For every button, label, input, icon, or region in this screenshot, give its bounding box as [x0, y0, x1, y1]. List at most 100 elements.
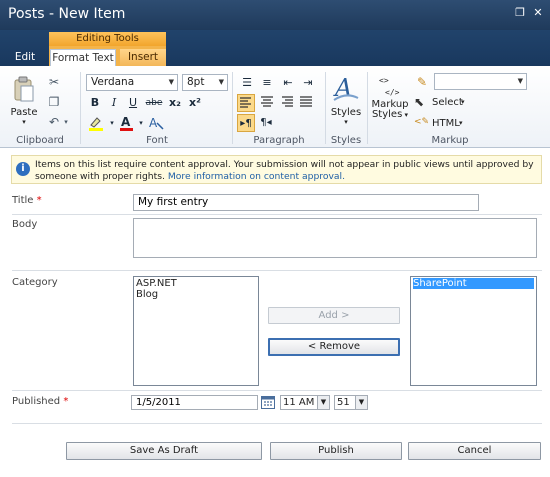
- calendar-icon[interactable]: [261, 395, 275, 409]
- category-label: Category: [12, 277, 58, 288]
- font-group-label: Font: [146, 135, 168, 146]
- align-left-button[interactable]: [237, 94, 255, 112]
- right-to-left-button[interactable]: ¶◂: [257, 114, 275, 132]
- paste-dropdown-arrow: ▾: [22, 118, 26, 126]
- chevron-down-icon: ▼: [355, 396, 367, 409]
- chevron-down-icon: ▾: [461, 98, 465, 106]
- markup-group-label: Markup: [431, 135, 469, 146]
- body-label: Body: [12, 219, 38, 230]
- styles-icon: A: [333, 74, 359, 102]
- copy-icon[interactable]: ❐: [46, 94, 62, 110]
- font-family-dropdown[interactable]: Verdana ▼: [86, 74, 178, 91]
- align-right-button[interactable]: [278, 94, 296, 112]
- html-edit-icon: <✎: [414, 117, 430, 127]
- paragraph-group-label: Paragraph: [253, 135, 305, 146]
- tab-insert[interactable]: Insert: [120, 49, 166, 66]
- chevron-down-icon: ▼: [218, 78, 224, 86]
- justify-button[interactable]: [297, 94, 315, 112]
- group-separator: [80, 72, 81, 144]
- chevron-down-icon: ▼: [517, 77, 523, 85]
- title-input[interactable]: My first entry: [133, 194, 479, 211]
- language-icon[interactable]: ✎: [414, 74, 430, 90]
- svg-text:<>: <>: [379, 76, 389, 85]
- numbering-icon[interactable]: ≡: [258, 74, 276, 92]
- list-item[interactable]: SharePoint: [413, 278, 534, 289]
- category-selected-list[interactable]: SharePoint: [410, 276, 537, 386]
- italic-button[interactable]: I: [105, 94, 123, 112]
- paste-label: Paste: [10, 107, 38, 118]
- chevron-down-icon: ▼: [317, 396, 329, 409]
- undo-dropdown-icon[interactable]: ▾: [62, 114, 70, 130]
- remove-category-button[interactable]: < Remove: [268, 338, 400, 356]
- cut-icon[interactable]: ✂: [46, 74, 62, 90]
- superscript-button[interactable]: x²: [186, 94, 204, 112]
- cursor-icon: ⬉: [414, 95, 425, 109]
- group-separator: [232, 72, 233, 144]
- published-hour-value: 11 AM: [283, 397, 315, 408]
- align-center-button[interactable]: [258, 94, 276, 112]
- message-text: Items on this list require content appro…: [35, 159, 534, 182]
- calendar-icon-graphic: [261, 396, 275, 409]
- bold-button[interactable]: B: [86, 94, 104, 112]
- chevron-down-icon[interactable]: ▾: [108, 114, 116, 132]
- html-button[interactable]: <✎ HTML ▾: [414, 116, 474, 132]
- clear-format-icon: A: [149, 116, 164, 130]
- group-separator: [367, 72, 368, 144]
- font-color-button[interactable]: A: [117, 114, 137, 132]
- styles-label: Styles: [330, 107, 362, 118]
- bullets-icon[interactable]: ☰: [238, 74, 256, 92]
- cancel-button[interactable]: Cancel: [408, 442, 541, 460]
- markup-style-dropdown[interactable]: ▼: [434, 73, 527, 90]
- chevron-down-icon[interactable]: ▾: [137, 114, 145, 132]
- select-button[interactable]: ⬉ Select ▾: [414, 95, 474, 111]
- underline-button[interactable]: U: [124, 94, 142, 112]
- add-category-button[interactable]: Add >: [268, 307, 400, 324]
- left-to-right-button[interactable]: ▸¶: [237, 114, 255, 132]
- published-hour-select[interactable]: 11 AM ▼: [280, 395, 330, 410]
- decrease-indent-icon[interactable]: ⇤: [279, 74, 297, 92]
- align-right-icon: [282, 96, 293, 107]
- row-divider: [12, 214, 542, 215]
- tab-edit[interactable]: Edit: [10, 49, 40, 66]
- increase-indent-icon[interactable]: ⇥: [299, 74, 317, 92]
- highlighter-icon: [89, 117, 103, 131]
- tab-format-text[interactable]: Format Text: [50, 49, 116, 66]
- styles-group-label: Styles: [330, 135, 362, 146]
- font-family-value: Verdana: [91, 76, 135, 88]
- body-textarea[interactable]: [133, 218, 537, 258]
- chevron-down-icon: ▾: [459, 119, 463, 127]
- category-available-list[interactable]: ASP.NET Blog: [133, 276, 259, 386]
- maximize-icon[interactable]: ❐: [513, 6, 527, 20]
- window-titlebar: Posts - New Item ❐ ✕: [0, 0, 550, 30]
- clipboard-group-label: Clipboard: [16, 135, 64, 146]
- paste-icon: [14, 76, 34, 102]
- publish-button[interactable]: Publish: [270, 442, 402, 460]
- subscript-button[interactable]: x₂: [166, 94, 184, 112]
- highlight-color-button[interactable]: [86, 114, 108, 132]
- group-separator: [325, 72, 326, 144]
- published-date-input[interactable]: 1/5/2011: [131, 395, 258, 410]
- published-minute-value: 51: [337, 397, 350, 408]
- justify-icon: [300, 96, 312, 107]
- save-as-draft-button[interactable]: Save As Draft: [66, 442, 262, 460]
- published-minute-select[interactable]: 51 ▼: [334, 395, 368, 410]
- strikethrough-button[interactable]: abe: [143, 94, 165, 112]
- undo-icon[interactable]: ↶: [46, 114, 62, 130]
- close-icon[interactable]: ✕: [531, 6, 545, 20]
- row-divider: [12, 423, 542, 424]
- paste-button[interactable]: Paste ▾: [10, 76, 38, 128]
- clear-format-button[interactable]: A: [146, 114, 166, 132]
- font-size-value: 8pt: [187, 76, 205, 88]
- list-item[interactable]: Blog: [136, 289, 256, 300]
- select-label: Select: [432, 97, 463, 108]
- svg-text:</>: </>: [385, 88, 400, 97]
- content-approval-link[interactable]: More information on content approval.: [168, 171, 345, 182]
- markup-styles-button[interactable]: <> </> Markup Styles ▾: [371, 74, 409, 130]
- row-divider: [12, 390, 542, 391]
- info-icon: i: [16, 162, 30, 176]
- markup-styles-icon: <> </>: [379, 76, 400, 97]
- markup-styles-label: Markup Styles ▾: [371, 99, 409, 120]
- list-item[interactable]: ASP.NET: [136, 278, 256, 289]
- styles-button[interactable]: A Styles ▾: [329, 74, 363, 130]
- font-size-dropdown[interactable]: 8pt ▼: [182, 74, 228, 91]
